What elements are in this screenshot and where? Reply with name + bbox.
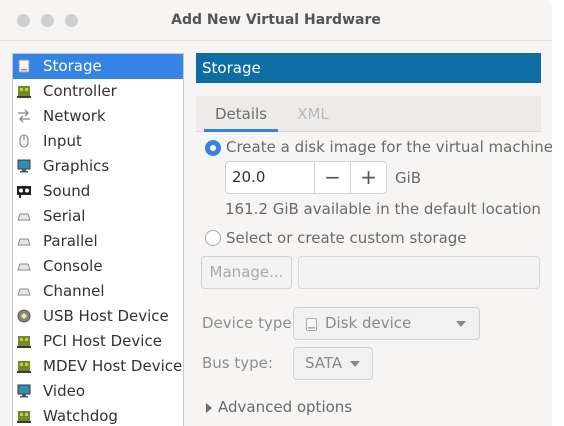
sidebar-item-label: Serial (43, 207, 86, 225)
monitor-icon (17, 159, 31, 173)
device-type-label: Device type: (202, 314, 297, 332)
video-monitor-icon (17, 384, 31, 398)
sidebar-item-label: Parallel (43, 232, 98, 250)
sidebar-item-label: Network (43, 107, 106, 125)
sidebar-item-serial[interactable]: Serial (13, 204, 183, 229)
available-space-text: 161.2 GiB available in the default locat… (225, 200, 541, 218)
sidebar-item-label: Console (43, 257, 103, 275)
sidebar-item-input[interactable]: Input (13, 129, 183, 154)
usb-icon (17, 309, 31, 323)
window-title: Add New Virtual Hardware (171, 12, 381, 28)
sidebar-item-video[interactable]: Video (13, 379, 183, 404)
sidebar-item-label: PCI Host Device (43, 332, 162, 350)
sound-card-icon (17, 186, 31, 198)
sidebar-item-label: Watchdog (43, 407, 118, 425)
sidebar-item-console[interactable]: Console (13, 254, 183, 279)
advanced-options-expander[interactable]: Advanced options (218, 398, 352, 416)
watchdog-icon (17, 411, 31, 423)
chevron-down-icon (456, 321, 466, 327)
custom-storage-label[interactable]: Select or create custom storage (226, 229, 467, 247)
sidebar-item-label: MDEV Host Device (43, 357, 183, 375)
sidebar-item-pci-host-device[interactable]: PCI Host Device (13, 329, 183, 354)
create-disk-radio[interactable] (205, 140, 221, 156)
sidebar-item-label: Channel (43, 282, 105, 300)
disk-size-spinner: 20.0 − + (225, 161, 387, 194)
sidebar-item-watchdog[interactable]: Watchdog (13, 404, 183, 426)
hardware-type-list: Storage Controller Network Input Graphic… (12, 53, 184, 426)
sidebar-item-usb-host-device[interactable]: USB Host Device (13, 304, 183, 329)
expander-arrow-icon[interactable] (206, 403, 212, 413)
sidebar-item-label: Controller (43, 82, 117, 100)
sidebar-item-sound[interactable]: Sound (13, 179, 183, 204)
title-bar: Add New Virtual Hardware (0, 0, 552, 41)
device-type-value: Disk device (325, 314, 412, 332)
storage-path-input[interactable] (298, 256, 540, 289)
add-hardware-window: Add New Virtual Hardware Storage Control… (0, 0, 553, 426)
sidebar-item-label: Storage (43, 57, 102, 75)
mdev-card-icon (17, 361, 31, 373)
serial-port-icon (17, 213, 31, 221)
tab-details[interactable]: Details (204, 96, 278, 132)
channel-icon (17, 288, 31, 296)
sidebar-item-label: Input (43, 132, 82, 150)
tab-xml[interactable]: XML (288, 96, 338, 132)
create-disk-label[interactable]: Create a disk image for the virtual mach… (226, 138, 553, 156)
bus-type-value: SATA (305, 354, 343, 372)
bus-type-label: Bus type: (202, 354, 273, 372)
chevron-down-icon (350, 361, 360, 367)
disk-size-value[interactable]: 20.0 (232, 162, 265, 193)
sidebar-item-controller[interactable]: Controller (13, 79, 183, 104)
sidebar-item-mdev-host-device[interactable]: MDEV Host Device (13, 354, 183, 379)
controller-icon (17, 86, 31, 98)
sidebar-item-label: Graphics (43, 157, 110, 175)
console-icon (17, 263, 31, 271)
pci-card-icon (17, 336, 31, 348)
size-unit-label: GiB (395, 169, 422, 187)
sidebar-item-channel[interactable]: Channel (13, 279, 183, 304)
manage-button[interactable]: Manage... (201, 256, 292, 289)
sidebar-item-storage[interactable]: Storage (13, 54, 183, 79)
storage-icon (18, 59, 30, 73)
decrease-size-button[interactable]: − (314, 162, 350, 193)
sidebar-item-graphics[interactable]: Graphics (13, 154, 183, 179)
custom-storage-radio[interactable] (205, 230, 221, 246)
details-pane: Storage Details XML Create a disk image … (196, 53, 553, 426)
device-type-combo[interactable]: Disk device (293, 307, 480, 340)
disk-icon (306, 318, 317, 331)
storage-details-panel: Create a disk image for the virtual mach… (196, 132, 553, 426)
bus-type-combo[interactable]: SATA (293, 347, 373, 380)
parallel-port-icon (17, 238, 31, 246)
sidebar-item-network[interactable]: Network (13, 104, 183, 129)
section-header: Storage (196, 53, 541, 83)
mouse-icon (19, 134, 29, 148)
sidebar-item-parallel[interactable]: Parallel (13, 229, 183, 254)
sidebar-item-label: USB Host Device (43, 307, 169, 325)
sidebar-item-label: Video (43, 382, 86, 400)
network-icon (18, 109, 30, 123)
tab-bar: Details XML (196, 96, 541, 132)
sidebar-item-label: Sound (43, 182, 91, 200)
increase-size-button[interactable]: + (350, 162, 386, 193)
